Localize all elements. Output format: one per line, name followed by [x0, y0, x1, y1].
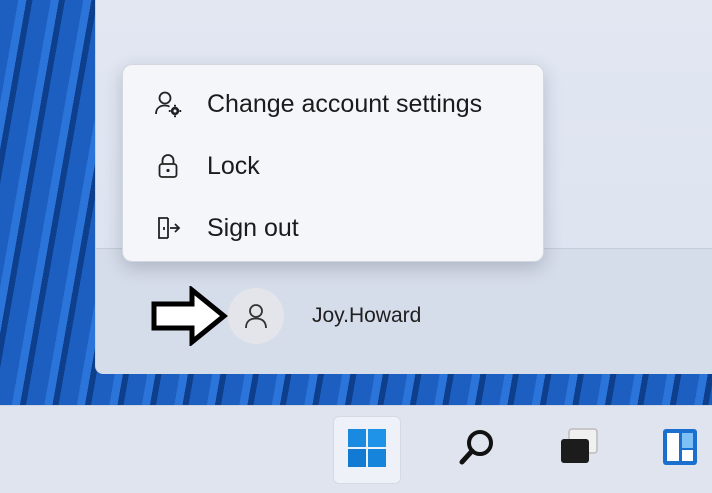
- sign-out-icon: [153, 213, 183, 243]
- menu-item-lock[interactable]: Lock: [127, 139, 539, 193]
- start-button[interactable]: [333, 416, 401, 484]
- account-flyout-menu: Change account settings Lock Sign out: [122, 64, 544, 262]
- task-view-button[interactable]: [546, 416, 612, 482]
- account-settings-icon: [153, 89, 183, 119]
- widgets-button[interactable]: [646, 416, 712, 482]
- widgets-icon: [657, 425, 701, 474]
- taskbar: [0, 405, 712, 493]
- user-account-button[interactable]: Joy.Howard: [228, 288, 421, 344]
- menu-item-sign-out[interactable]: Sign out: [127, 201, 539, 255]
- windows-start-icon: [347, 428, 387, 473]
- menu-item-label: Sign out: [207, 213, 299, 242]
- lock-icon: [153, 151, 183, 181]
- pointer-arrow-icon: [151, 286, 228, 346]
- search-icon: [456, 426, 498, 473]
- user-avatar-icon[interactable]: [228, 288, 284, 344]
- menu-item-label: Lock: [207, 151, 260, 180]
- menu-item-change-account-settings[interactable]: Change account settings: [127, 77, 539, 131]
- menu-item-label: Change account settings: [207, 89, 483, 118]
- search-button[interactable]: [444, 416, 510, 482]
- task-view-icon: [555, 425, 603, 474]
- username-label: Joy.Howard: [312, 304, 422, 327]
